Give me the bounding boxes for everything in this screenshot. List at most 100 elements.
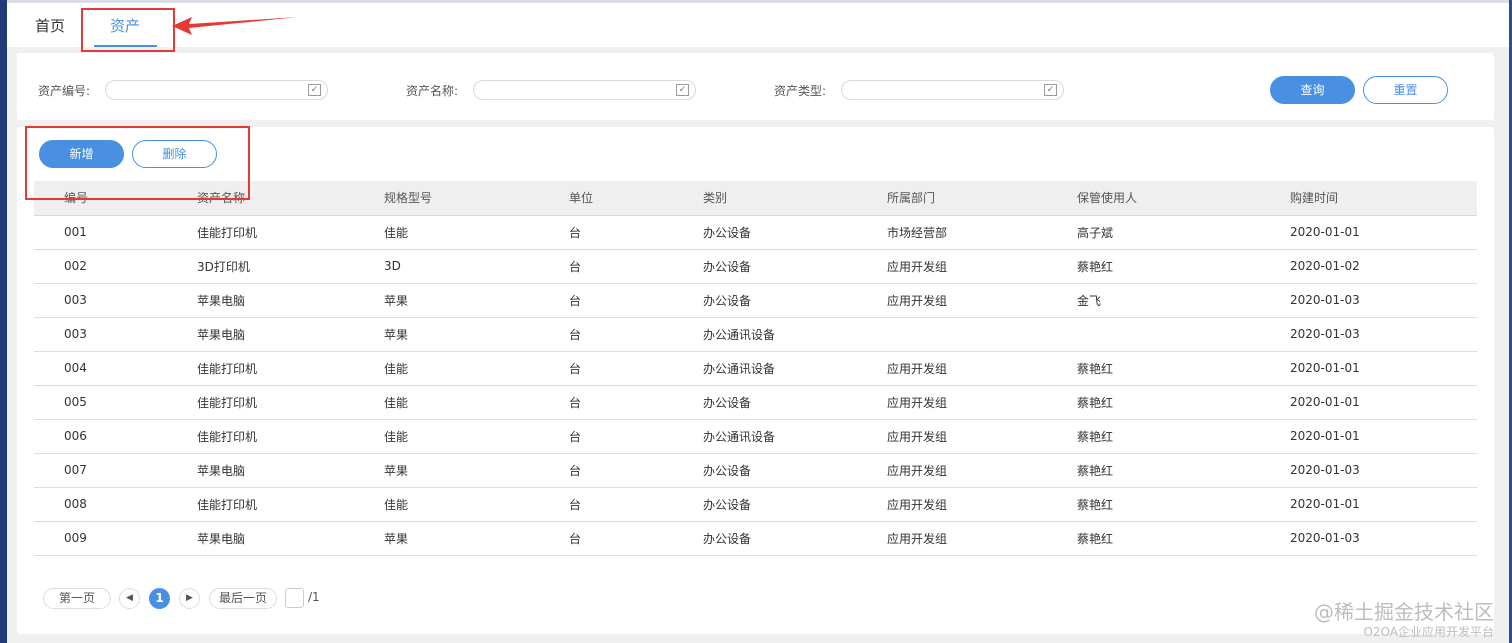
cell-number: 009 — [34, 521, 197, 556]
cell-asset-name: 佳能打印机 — [197, 419, 384, 454]
cell-asset-name: 佳能打印机 — [197, 351, 384, 386]
cell-unit: 台 — [569, 521, 703, 556]
cell-purchase-date: 2020-01-01 — [1290, 215, 1477, 250]
cell-category: 办公通讯设备 — [703, 351, 887, 386]
cell-unit: 台 — [569, 385, 703, 420]
table-body: 001 佳能打印机 佳能 台 办公设备 市场经营部 高子斌 2020-01-01… — [34, 215, 1477, 556]
prev-page-icon[interactable]: ◀ — [119, 588, 140, 609]
col-header-department[interactable]: 所属部门 — [887, 181, 1077, 216]
checkbox-icon[interactable]: ✓ — [1044, 84, 1057, 96]
asset-name-input[interactable]: ✓ — [473, 80, 696, 100]
query-button[interactable]: 查询 — [1270, 76, 1355, 104]
table-row[interactable]: 002 3D打印机 3D 台 办公设备 应用开发组 蔡艳红 2020-01-02 — [34, 249, 1477, 284]
cell-purchase-date: 2020-01-03 — [1290, 521, 1477, 556]
cell-unit: 台 — [569, 317, 703, 352]
annotation-box-buttons — [25, 126, 250, 200]
cell-unit: 台 — [569, 487, 703, 522]
cell-number: 007 — [34, 453, 197, 488]
first-page-button[interactable]: 第一页 — [43, 588, 111, 609]
annotation-box-tab — [81, 8, 175, 52]
cell-department: 应用开发组 — [887, 419, 1077, 454]
cell-purchase-date: 2020-01-01 — [1290, 487, 1477, 522]
table-row[interactable]: 008 佳能打印机 佳能 台 办公设备 应用开发组 蔡艳红 2020-01-01 — [34, 487, 1477, 522]
cell-purchase-date: 2020-01-02 — [1290, 249, 1477, 284]
cell-unit: 台 — [569, 351, 703, 386]
table-row[interactable]: 006 佳能打印机 佳能 台 办公通讯设备 应用开发组 蔡艳红 2020-01-… — [34, 419, 1477, 454]
cell-category: 办公设备 — [703, 521, 887, 556]
cell-custodian — [1077, 317, 1290, 352]
cell-unit: 台 — [569, 419, 703, 454]
cell-department: 应用开发组 — [887, 351, 1077, 386]
asset-type-input[interactable]: ✓ — [841, 80, 1064, 100]
table-row[interactable]: 003 苹果电脑 苹果 台 办公通讯设备 2020-01-03 — [34, 317, 1477, 352]
cell-spec: 佳能 — [384, 487, 569, 522]
annotation-arrow-icon — [172, 17, 298, 35]
cell-category: 办公通讯设备 — [703, 419, 887, 454]
page-total: /1 — [308, 590, 320, 604]
cell-unit: 台 — [569, 249, 703, 284]
table-row[interactable]: 007 苹果电脑 苹果 台 办公设备 应用开发组 蔡艳红 2020-01-03 — [34, 453, 1477, 488]
cell-unit: 台 — [569, 453, 703, 488]
cell-asset-name: 佳能打印机 — [197, 487, 384, 522]
page-jump-input[interactable] — [285, 588, 304, 608]
table-row[interactable]: 001 佳能打印机 佳能 台 办公设备 市场经营部 高子斌 2020-01-01 — [34, 215, 1477, 250]
cell-purchase-date: 2020-01-03 — [1290, 317, 1477, 352]
asset-number-input[interactable]: ✓ — [105, 80, 328, 100]
cell-number: 003 — [34, 317, 197, 352]
table-row[interactable]: 009 苹果电脑 苹果 台 办公设备 应用开发组 蔡艳红 2020-01-03 — [34, 521, 1477, 556]
col-header-purchase-date[interactable]: 购建时间 — [1290, 181, 1477, 216]
cell-number: 008 — [34, 487, 197, 522]
cell-custodian: 蔡艳红 — [1077, 419, 1290, 454]
col-header-custodian[interactable]: 保管使用人 — [1077, 181, 1290, 216]
last-page-button[interactable]: 最后一页 — [209, 588, 277, 609]
watermark: @稀土掘金技术社区 O2OA企业应用开发平台 — [1314, 600, 1494, 640]
col-header-category[interactable]: 类别 — [703, 181, 887, 216]
cell-spec: 苹果 — [384, 283, 569, 318]
next-page-icon[interactable]: ▶ — [179, 588, 200, 609]
watermark-line2: O2OA企业应用开发平台 — [1363, 625, 1494, 639]
checkbox-icon[interactable]: ✓ — [676, 84, 689, 96]
cell-number: 006 — [34, 419, 197, 454]
cell-spec: 苹果 — [384, 521, 569, 556]
asset-number-label: 资产编号: — [38, 84, 91, 98]
cell-custodian: 金飞 — [1077, 283, 1290, 318]
current-page-button[interactable]: 1 — [149, 588, 170, 609]
cell-department: 应用开发组 — [887, 453, 1077, 488]
cell-spec: 佳能 — [384, 419, 569, 454]
cell-asset-name: 苹果电脑 — [197, 453, 384, 488]
cell-spec: 苹果 — [384, 453, 569, 488]
cell-asset-name: 佳能打印机 — [197, 385, 384, 420]
cell-custodian: 蔡艳红 — [1077, 249, 1290, 284]
table-row[interactable]: 004 佳能打印机 佳能 台 办公通讯设备 应用开发组 蔡艳红 2020-01-… — [34, 351, 1477, 386]
cell-asset-name: 苹果电脑 — [197, 317, 384, 352]
cell-department: 应用开发组 — [887, 283, 1077, 318]
tab-home[interactable]: 首页 — [35, 15, 65, 36]
cell-unit: 台 — [569, 215, 703, 250]
reset-button[interactable]: 重置 — [1363, 76, 1448, 104]
cell-department: 应用开发组 — [887, 521, 1077, 556]
cell-custodian: 蔡艳红 — [1077, 453, 1290, 488]
asset-name-label: 资产名称: — [406, 84, 459, 98]
table-row[interactable]: 003 苹果电脑 苹果 台 办公设备 应用开发组 金飞 2020-01-03 — [34, 283, 1477, 318]
cell-category: 办公设备 — [703, 487, 887, 522]
col-header-unit[interactable]: 单位 — [569, 181, 703, 216]
cell-purchase-date: 2020-01-01 — [1290, 385, 1477, 420]
cell-asset-name: 3D打印机 — [197, 249, 384, 284]
cell-number: 005 — [34, 385, 197, 420]
cell-asset-name: 苹果电脑 — [197, 521, 384, 556]
cell-category: 办公设备 — [703, 283, 887, 318]
cell-category: 办公通讯设备 — [703, 317, 887, 352]
window-left-edge — [0, 0, 7, 643]
checkbox-icon[interactable]: ✓ — [308, 84, 321, 96]
cell-number: 004 — [34, 351, 197, 386]
cell-custodian: 蔡艳红 — [1077, 487, 1290, 522]
watermark-line1: @稀土掘金技术社区 — [1314, 600, 1494, 624]
cell-category: 办公设备 — [703, 385, 887, 420]
cell-spec: 佳能 — [384, 385, 569, 420]
table-row[interactable]: 005 佳能打印机 佳能 台 办公设备 应用开发组 蔡艳红 2020-01-01 — [34, 385, 1477, 420]
col-header-spec[interactable]: 规格型号 — [384, 181, 569, 216]
table-header-row: 编号 资产名称 规格型号 单位 类别 所属部门 保管使用人 购建时间 — [34, 181, 1477, 216]
cell-category: 办公设备 — [703, 249, 887, 284]
cell-category: 办公设备 — [703, 215, 887, 250]
cell-department: 应用开发组 — [887, 385, 1077, 420]
